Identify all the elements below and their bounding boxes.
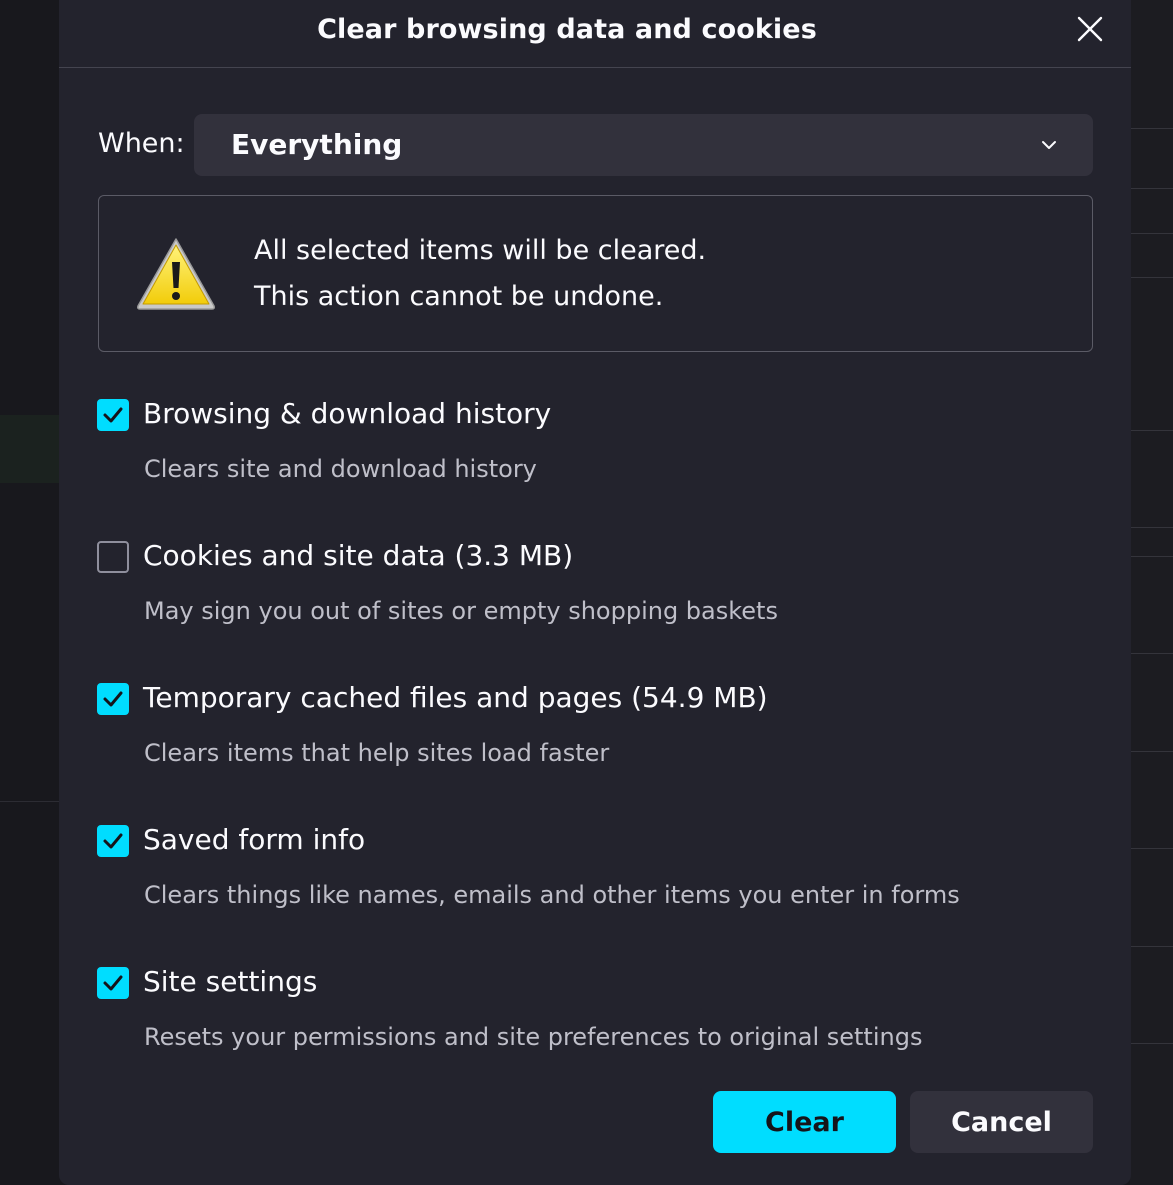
checkbox-site-settings[interactable]	[97, 967, 129, 999]
option-label[interactable]: Cookies and site data (3.3 MB)	[143, 539, 573, 572]
option-description: May sign you out of sites or empty shopp…	[144, 597, 778, 625]
chevron-down-icon	[1042, 141, 1056, 149]
background-divider	[1130, 1043, 1173, 1044]
warning-text-line2: This action cannot be undone.	[254, 281, 664, 312]
background-divider	[1130, 751, 1173, 752]
checkmark-icon	[103, 975, 123, 991]
checkmark-icon	[103, 833, 123, 849]
when-label: When:	[98, 128, 185, 159]
dialog-title: Clear browsing data and cookies	[317, 14, 817, 45]
option-label[interactable]: Browsing & download history	[143, 397, 551, 430]
checkbox-cookies[interactable]	[97, 541, 129, 573]
background-highlight	[0, 415, 60, 483]
checkbox-browsing-history[interactable]	[97, 399, 129, 431]
warning-icon	[137, 238, 215, 310]
background-divider	[1130, 277, 1173, 278]
background-divider	[1130, 233, 1173, 234]
background-panel	[1130, 0, 1173, 1185]
background-divider	[1130, 556, 1173, 557]
background-divider	[1130, 128, 1173, 129]
clear-button[interactable]: Clear	[713, 1091, 896, 1153]
background-divider	[1130, 848, 1173, 849]
option-form-info: Saved form info Clears things like names,…	[97, 823, 1097, 935]
option-cache: Temporary cached files and pages (54.9 M…	[97, 681, 1097, 793]
close-icon	[1077, 16, 1103, 42]
checkbox-form-info[interactable]	[97, 825, 129, 857]
background-divider	[1130, 430, 1173, 431]
dialog-header: Clear browsing data and cookies	[59, 0, 1131, 68]
option-site-settings: Site settings Resets your permissions and…	[97, 965, 1097, 1077]
option-label[interactable]: Site settings	[143, 965, 317, 998]
warning-box: All selected items will be cleared. This…	[98, 195, 1093, 352]
option-description: Clears site and download history	[144, 455, 537, 483]
checkmark-icon	[103, 407, 123, 423]
when-selected-value: Everything	[231, 128, 403, 161]
checkbox-cache[interactable]	[97, 683, 129, 715]
clear-data-dialog: Clear browsing data and cookies When: Ev…	[59, 0, 1131, 1185]
warning-text-line1: All selected items will be cleared.	[254, 235, 707, 266]
option-description: Clears items that help sites load faster	[144, 739, 610, 767]
option-description: Resets your permissions and site prefere…	[144, 1023, 923, 1051]
option-browsing-history: Browsing & download history Clears site a…	[97, 397, 1097, 509]
when-dropdown[interactable]: Everything	[194, 114, 1093, 176]
background-divider	[1130, 653, 1173, 654]
option-label[interactable]: Temporary cached files and pages (54.9 M…	[143, 681, 768, 714]
checkmark-icon	[103, 691, 123, 707]
option-cookies: Cookies and site data (3.3 MB) May sign y…	[97, 539, 1097, 651]
option-label[interactable]: Saved form info	[143, 823, 365, 856]
background-divider	[1130, 188, 1173, 189]
background-divider	[0, 801, 60, 802]
option-description: Clears things like names, emails and oth…	[144, 881, 960, 909]
close-button[interactable]	[1069, 8, 1111, 50]
cancel-button[interactable]: Cancel	[910, 1091, 1093, 1153]
background-divider	[1130, 527, 1173, 528]
background-divider	[1130, 946, 1173, 947]
